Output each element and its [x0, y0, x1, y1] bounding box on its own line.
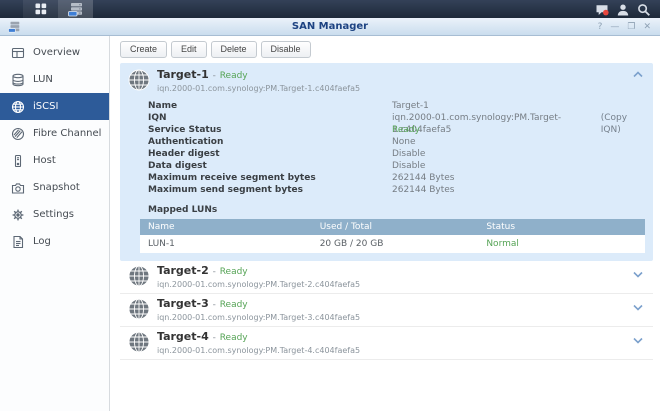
sidebar-item-lun[interactable]: LUN — [0, 66, 109, 93]
user-menu-button[interactable] — [616, 2, 630, 16]
target-title: Target-1 - Ready — [157, 69, 360, 82]
target-iqn-subtitle: iqn.2000-01.com.synology:PM.Target-2.c40… — [157, 280, 360, 289]
window-controls: ? — ❐ ✕ — [598, 22, 660, 32]
notifications-button[interactable] — [595, 2, 609, 16]
target-globe-icon — [128, 331, 150, 353]
target-iqn-subtitle: iqn.2000-01.com.synology:PM.Target-4.c40… — [157, 346, 360, 355]
expand-chevron-down-icon[interactable] — [633, 304, 643, 311]
sidebar-item-label: iSCSI — [33, 101, 58, 112]
fibre-channel-icon — [11, 127, 25, 141]
mapped-luns-title: Mapped LUNs — [148, 205, 645, 215]
column-header-status: Status — [478, 219, 645, 235]
snapshot-icon — [11, 181, 25, 195]
close-button[interactable]: ✕ — [643, 22, 651, 32]
sidebar-item-label: Fibre Channel — [33, 128, 101, 139]
target-row-target-2[interactable]: Target-2 - Ready iqn.2000-01.com.synolog… — [120, 261, 653, 294]
window-titlebar[interactable]: SAN Manager ? — ❐ ✕ — [0, 18, 660, 36]
delete-button[interactable]: Delete — [211, 41, 257, 58]
san-manager-app-icon — [68, 2, 84, 17]
search-button[interactable] — [637, 2, 651, 16]
content-area: Create Edit Delete Disable Target-1 - — [110, 36, 660, 411]
window-body: Overview LUN iSCSI Fibre Channel Host — [0, 36, 660, 411]
iscsi-icon — [11, 100, 25, 114]
disable-button[interactable]: Disable — [261, 41, 311, 58]
taskbar-status-icons — [595, 0, 660, 18]
target-panel-expanded: Target-1 - Ready iqn.2000-01.com.synolog… — [120, 63, 653, 261]
detail-row-iqn: IQN iqn.2000-01.com.synology:PM.Target-1… — [148, 112, 645, 124]
target-status: Ready — [220, 71, 248, 81]
target-globe-icon — [128, 69, 150, 91]
target-status: Ready — [220, 333, 248, 343]
minimize-button[interactable]: — — [610, 22, 619, 32]
sidebar-item-overview[interactable]: Overview — [0, 39, 109, 66]
target-globe-icon — [128, 298, 150, 320]
column-header-used-total: Used / Total — [312, 219, 479, 235]
sidebar-item-label: Log — [33, 236, 51, 247]
sidebar-item-label: Host — [33, 155, 56, 166]
sidebar-item-settings[interactable]: Settings — [0, 201, 109, 228]
sidebar-item-iscsi[interactable]: iSCSI — [0, 93, 109, 120]
target-status: Ready — [220, 267, 248, 277]
mapped-luns-table: Name Used / Total Status LUN-1 20 GB / 2… — [140, 219, 645, 253]
lun-table-row[interactable]: LUN-1 20 GB / 20 GB Normal — [140, 235, 645, 253]
detail-row-authentication: Authentication None — [148, 136, 645, 148]
detail-row-data-digest: Data digest Disable — [148, 160, 645, 172]
app-launcher-button[interactable] — [23, 0, 58, 18]
target-title: Target-3 - Ready — [157, 298, 360, 311]
action-toolbar: Create Edit Delete Disable — [120, 41, 653, 58]
detail-row-max-send: Maximum send segment bytes 262144 Bytes — [148, 184, 645, 196]
sidebar-item-label: Overview — [33, 47, 80, 58]
sidebar-item-label: Snapshot — [33, 182, 80, 193]
lun-used-total: 20 GB / 20 GB — [312, 235, 479, 253]
target-title: Target-2 - Ready — [157, 265, 360, 278]
san-manager-window-icon — [8, 21, 21, 33]
notifications-icon — [595, 3, 609, 17]
column-header-name: Name — [140, 219, 312, 235]
sidebar-item-host[interactable]: Host — [0, 147, 109, 174]
app-launcher-icon — [35, 3, 47, 15]
expand-chevron-down-icon[interactable] — [633, 271, 643, 278]
sidebar-item-fibre-channel[interactable]: Fibre Channel — [0, 120, 109, 147]
log-icon — [11, 235, 25, 249]
lun-icon — [11, 73, 25, 87]
sidebar-item-log[interactable]: Log — [0, 228, 109, 255]
detail-row-header-digest: Header digest Disable — [148, 148, 645, 160]
window-title: SAN Manager — [0, 21, 660, 32]
copy-iqn-link[interactable]: (Copy IQN) — [601, 112, 645, 124]
lun-name: LUN-1 — [140, 235, 312, 253]
sidebar-item-snapshot[interactable]: Snapshot — [0, 174, 109, 201]
detail-row-service-status: Service Status Ready — [148, 124, 645, 136]
target-title: Target-4 - Ready — [157, 331, 360, 344]
restore-button[interactable]: ❐ — [627, 22, 635, 32]
sidebar-item-label: Settings — [33, 209, 74, 220]
target-header[interactable]: Target-1 - Ready iqn.2000-01.com.synolog… — [128, 69, 645, 93]
target-globe-icon — [128, 265, 150, 287]
lun-status: Normal — [478, 235, 645, 253]
desktop-taskbar — [0, 0, 660, 18]
target-row-target-4[interactable]: Target-4 - Ready iqn.2000-01.com.synolog… — [120, 327, 653, 360]
search-icon — [637, 3, 651, 17]
target-details: Name Target-1 IQN iqn.2000-01.com.synolo… — [148, 100, 645, 196]
user-icon — [616, 3, 630, 17]
settings-icon — [11, 208, 25, 222]
san-manager-taskbar-button[interactable] — [58, 0, 93, 18]
collapse-chevron-up-icon[interactable] — [633, 71, 643, 78]
notification-dot — [603, 10, 609, 16]
help-button[interactable]: ? — [598, 22, 603, 32]
sidebar-item-label: LUN — [33, 74, 53, 85]
detail-row-name: Name Target-1 — [148, 100, 645, 112]
create-button[interactable]: Create — [120, 41, 167, 58]
host-icon — [11, 154, 25, 168]
target-status: Ready — [220, 300, 248, 310]
target-row-target-3[interactable]: Target-3 - Ready iqn.2000-01.com.synolog… — [120, 294, 653, 327]
expand-chevron-down-icon[interactable] — [633, 337, 643, 344]
overview-icon — [11, 46, 25, 60]
target-iqn-subtitle: iqn.2000-01.com.synology:PM.Target-3.c40… — [157, 313, 360, 322]
detail-row-max-receive: Maximum receive segment bytes 262144 Byt… — [148, 172, 645, 184]
target-iqn-subtitle: iqn.2000-01.com.synology:PM.Target-1.c40… — [157, 84, 360, 93]
edit-button[interactable]: Edit — [171, 41, 207, 58]
mapped-luns-header-row: Name Used / Total Status — [140, 219, 645, 235]
sidebar: Overview LUN iSCSI Fibre Channel Host — [0, 36, 110, 411]
